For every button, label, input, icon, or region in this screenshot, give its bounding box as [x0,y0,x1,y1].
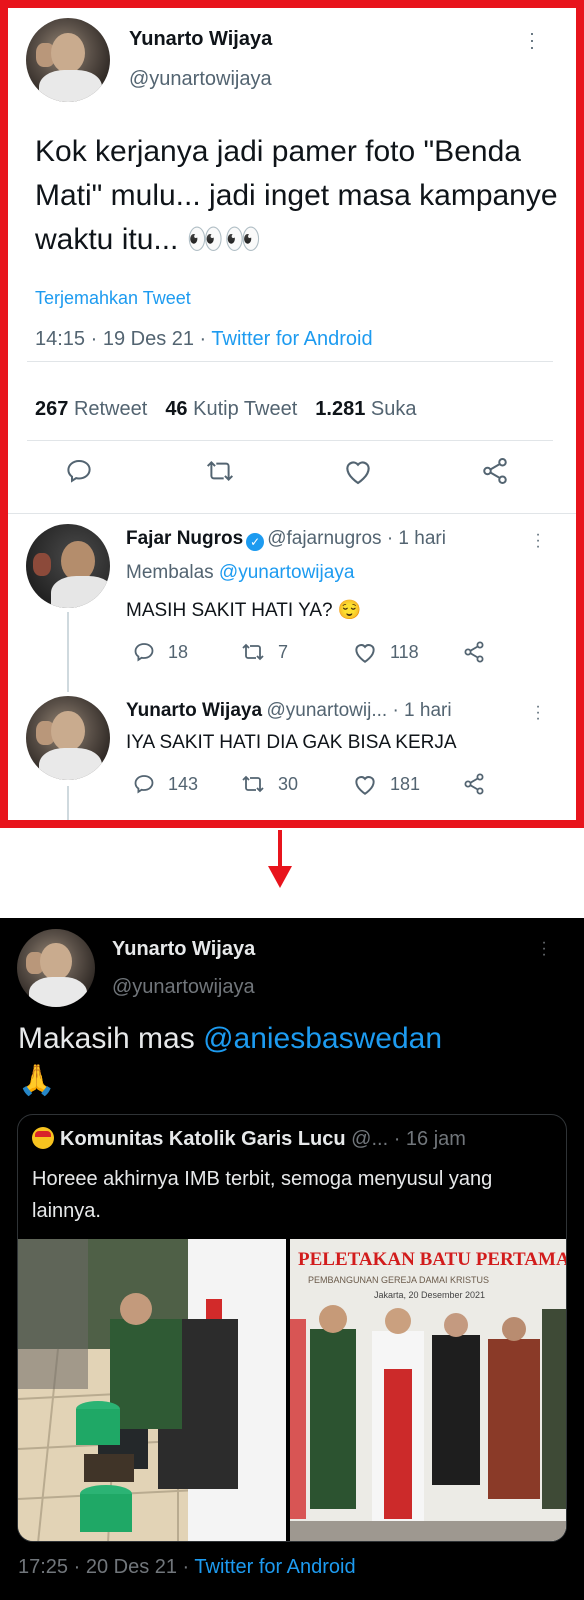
more-icon[interactable]: · · · [529,24,535,56]
quoted-avatar [32,1127,54,1149]
tweet-text-prefix: Makasih mas [18,1022,204,1055]
photo-1-illustration [18,1239,286,1541]
reply-icon [134,643,154,662]
translate-link[interactable]: Terjemahkan Tweet [35,288,191,309]
tweet-meta: 14:15 · 19 Des 21 · Twitter for Android [35,328,373,351]
mention-link[interactable]: @aniesbaswedan [203,1022,442,1055]
tweet-text: Kok kerjanya jadi pamer foto "Benda Mati… [35,135,558,256]
reply-author-name[interactable]: Fajar Nugros [126,528,243,549]
retweet-label[interactable]: Retweet [74,398,147,420]
quoted-author-name[interactable]: Komunitas Katolik Garis Lucu [60,1128,346,1150]
timestamp: 14:15 · 19 Des 21 · [35,328,212,350]
reply-icon[interactable] [64,456,94,486]
tweet-meta: 17:25 · 20 Des 21 · Twitter for Android [18,1556,356,1579]
more-icon[interactable]: · · · [541,935,547,963]
retweet-action[interactable]: 30 [240,772,298,796]
arrow-down-head [268,866,292,888]
quote-label[interactable]: Kutip Tweet [193,398,297,420]
engagement-stats: 267 Retweet 46 Kutip Tweet 1.281 Suka [35,398,416,421]
quote-count[interactable]: 46 [165,398,187,420]
quoted-photo-2[interactable]: PELETAKAN BATU PERTAMA PEMBANGUNAN GEREJ… [290,1239,567,1541]
retweet-icon [242,643,264,661]
author-handle[interactable]: @yunartowijaya [112,976,255,999]
retweet-action[interactable]: 7 [240,640,288,664]
reply-header: Yunarto Wijaya @yunartowij... · 1 hari [126,700,526,722]
banner-date: Jakarta, 20 Desember 2021 [374,1290,485,1300]
like-label[interactable]: Suka [371,398,417,420]
reply-action[interactable]: 18 [132,640,188,664]
quoted-text: Horeee akhirnya IMB terbit, semoga menyu… [32,1168,493,1222]
retweet-count: 7 [278,641,289,662]
like-count[interactable]: 1.281 [315,398,365,420]
author-name[interactable]: Yunarto Wijaya [112,938,255,961]
tweet-text: Makasih mas @aniesbaswedan 🙏 [18,1018,558,1102]
divider [27,440,553,441]
reply-author-handle[interactable]: @fajarnugros · 1 hari [267,528,446,549]
reply-avatar[interactable] [26,524,110,608]
arrow-down [278,830,282,870]
quoted-author-handle[interactable]: @... · 16 jam [351,1128,466,1150]
reply-count: 143 [168,773,199,794]
thread-line [67,786,69,820]
banner-subtitle: PEMBANGUNAN GEREJA DAMAI KRISTUS [308,1275,489,1285]
photo-2-illustration: PELETAKAN BATU PERTAMA PEMBANGUNAN GEREJ… [290,1239,567,1541]
like-icon [355,776,375,795]
share-icon[interactable] [462,640,486,664]
replying-to-label: Membalas [126,562,219,583]
reply-icon [134,775,154,794]
share-icon[interactable] [480,456,510,486]
author-avatar[interactable] [26,18,110,102]
quoted-tweet[interactable]: Komunitas Katolik Garis Lucu @... · 16 j… [17,1114,567,1542]
author-name[interactable]: Yunarto Wijaya [129,28,272,51]
reply-count: 18 [168,641,189,662]
retweet-count: 30 [278,773,299,794]
like-count: 118 [390,641,419,662]
reply-author-handle[interactable]: @yunartowij... · 1 hari [267,700,452,721]
more-icon[interactable]: · · · [535,527,541,555]
share-icon[interactable] [462,772,486,796]
dark-tweet-screenshot: Yunarto Wijaya @yunartowijaya · · · Makasi… [0,918,584,1600]
quoted-header: Komunitas Katolik Garis Lucu @... · 16 j… [32,1127,466,1151]
reply-author-name[interactable]: Yunarto Wijaya [126,700,262,721]
replying-to-handle[interactable]: @yunartowijaya [219,562,354,583]
replying-to: Membalas @yunartowijaya [126,562,354,584]
reply-avatar[interactable] [26,696,110,780]
retweet-count[interactable]: 267 [35,398,68,420]
reply-text: IYA SAKIT HATI DIA GAK BISA KERJA [126,732,457,753]
retweet-icon [242,775,264,793]
divider [27,361,553,362]
like-icon [355,644,375,663]
pray-emoji: 🙏 [18,1064,56,1097]
author-avatar[interactable] [17,929,95,1007]
reply-header: Fajar Nugros ✓ @fajarnugros · 1 hari [126,528,526,551]
light-tweet-screenshot: Yunarto Wijaya @yunartowijaya · · · Kok ke… [0,0,584,828]
divider [8,513,576,514]
source-link[interactable]: Twitter for Android [194,1556,355,1578]
like-action[interactable]: 181 [352,772,420,796]
like-action[interactable]: 118 [352,640,419,664]
author-handle[interactable]: @yunartowijaya [129,68,272,91]
timestamp: 17:25 · 20 Des 21 · [18,1556,195,1578]
thread-line [67,612,69,692]
reply-text: MASIH SAKIT HATI YA? 😌 [126,600,362,621]
retweet-icon[interactable] [204,456,236,486]
banner-title: PELETAKAN BATU PERTAMA [298,1249,567,1270]
quoted-photo-1[interactable] [18,1239,286,1541]
reply-action[interactable]: 143 [132,772,198,796]
verified-icon: ✓ [246,533,265,551]
like-count: 181 [390,773,421,794]
like-icon[interactable] [342,456,374,486]
more-icon[interactable]: · · · [535,699,541,727]
source-link[interactable]: Twitter for Android [211,328,372,350]
